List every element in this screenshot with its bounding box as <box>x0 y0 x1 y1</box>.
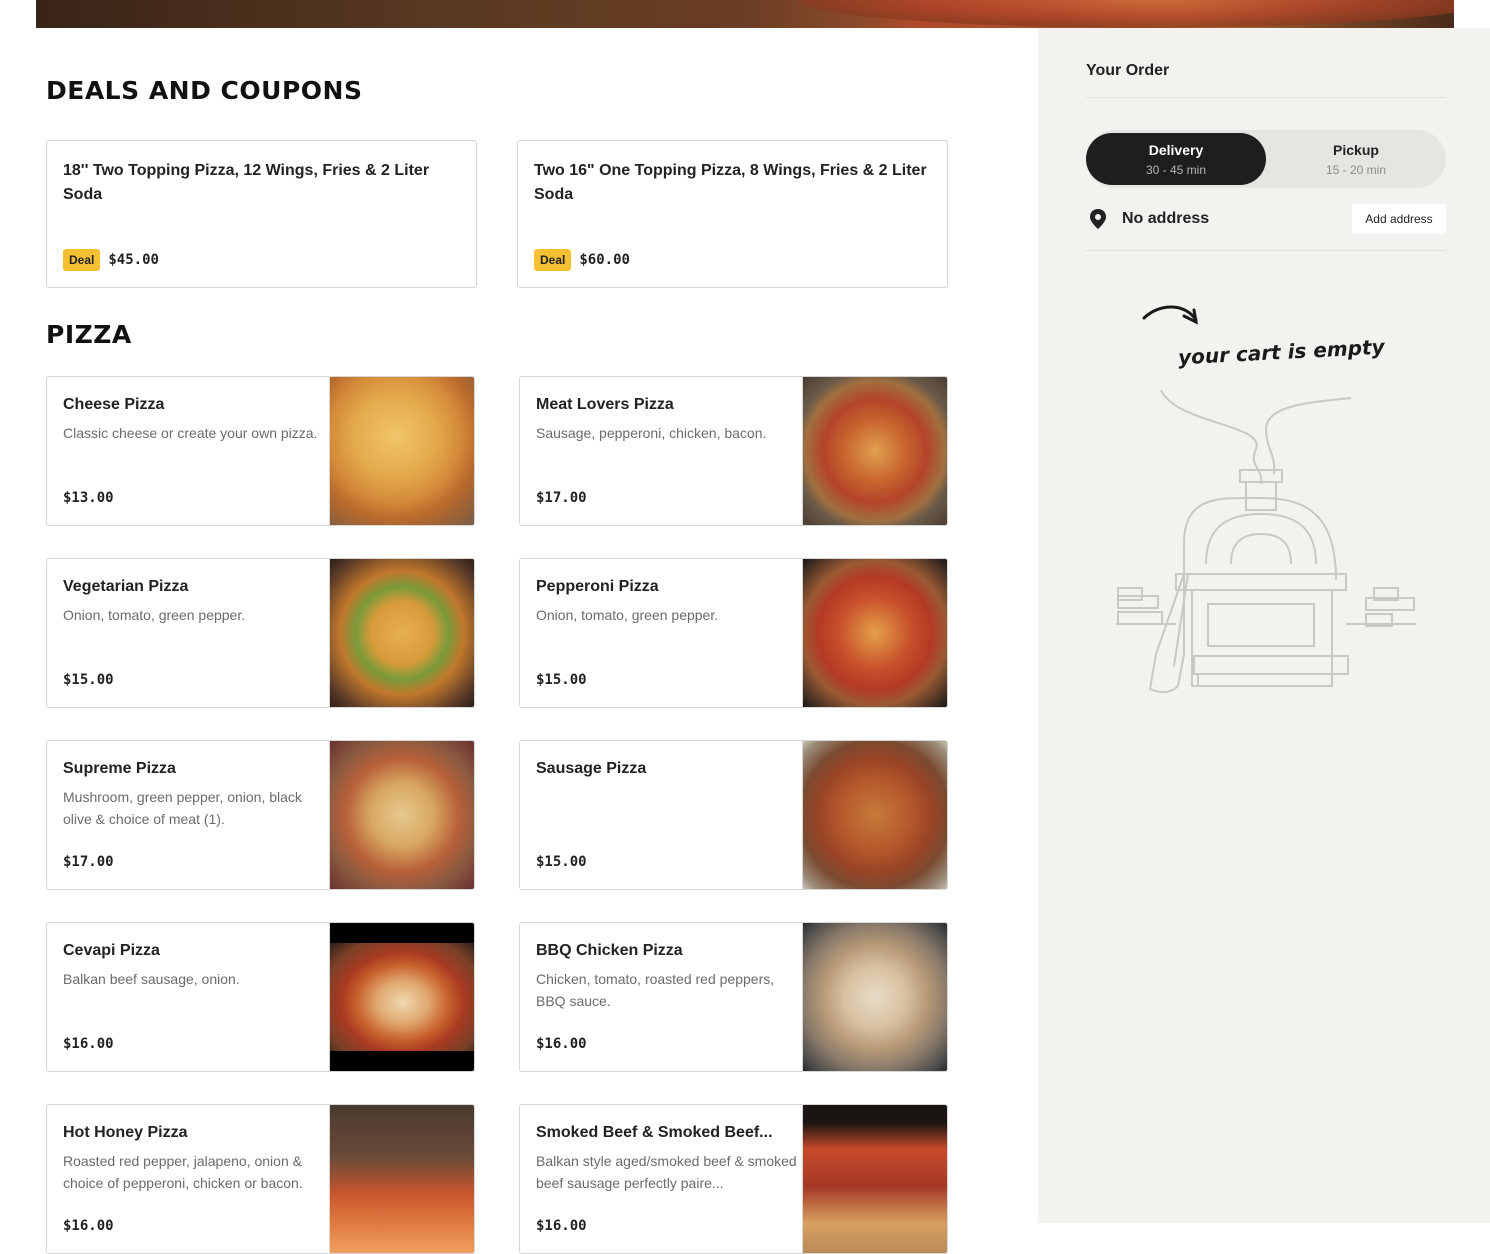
item-image <box>802 1105 947 1253</box>
item-image <box>802 559 947 707</box>
item-image <box>329 923 474 1071</box>
item-price: $17.00 <box>63 854 114 870</box>
menu-item-card[interactable]: Meat Lovers Pizza Sausage, pepperoni, ch… <box>519 376 948 526</box>
pickup-option[interactable]: Pickup 15 - 20 min <box>1266 133 1446 185</box>
divider <box>1086 97 1446 98</box>
address-text: No address <box>1122 210 1210 227</box>
menu-item-card[interactable]: Cheese Pizza Classic cheese or create yo… <box>46 376 475 526</box>
delivery-option[interactable]: Delivery 30 - 45 min <box>1086 133 1266 185</box>
section-title-pizza: PIZZA <box>46 320 132 349</box>
deal-price: $60.00 <box>579 252 630 268</box>
item-price: $16.00 <box>536 1218 587 1234</box>
item-image <box>329 1105 474 1253</box>
order-sidebar: Your Order Delivery 30 - 45 min Pickup 1… <box>1038 28 1490 1223</box>
curved-arrow-icon <box>1142 305 1198 325</box>
deal-badge: Deal <box>534 249 572 271</box>
item-name: Pepperoni Pizza <box>536 578 659 595</box>
item-price: $16.00 <box>536 1036 587 1052</box>
pickup-label: Pickup <box>1333 142 1379 158</box>
item-name: Vegetarian Pizza <box>63 578 189 595</box>
order-title: Your Order <box>1086 62 1170 79</box>
deal-card[interactable]: Two 16" One Topping Pizza, 8 Wings, Frie… <box>517 140 948 288</box>
deal-name: Two 16" One Topping Pizza, 8 Wings, Frie… <box>534 162 927 203</box>
add-address-button[interactable]: Add address <box>1352 204 1446 234</box>
item-name: Hot Honey Pizza <box>63 1124 188 1141</box>
menu-item-card[interactable]: Sausage Pizza $15.00 <box>519 740 948 890</box>
item-name: Smoked Beef & Smoked Beef... <box>536 1124 773 1141</box>
item-description: Balkan beef sausage, onion. <box>63 971 240 987</box>
menu-item-card[interactable]: Pepperoni Pizza Onion, tomato, green pep… <box>519 558 948 708</box>
divider <box>1086 250 1446 251</box>
item-name: Cheese Pizza <box>63 396 165 413</box>
item-description: Chicken, tomato, roasted red peppers, BB… <box>536 971 775 1009</box>
item-price: $15.00 <box>536 854 587 870</box>
address-row: No address Add address <box>1086 204 1446 234</box>
item-description: Mushroom, green pepper, onion, black oli… <box>63 789 302 827</box>
menu-item-card[interactable]: Supreme Pizza Mushroom, green pepper, on… <box>46 740 475 890</box>
item-image <box>802 377 947 525</box>
item-price: $15.00 <box>63 672 114 688</box>
location-pin-icon <box>1088 208 1108 235</box>
delivery-label: Delivery <box>1148 142 1204 158</box>
deal-badge: Deal <box>63 249 101 271</box>
item-image <box>802 923 947 1071</box>
item-description: Onion, tomato, green pepper. <box>63 607 246 623</box>
item-description: Classic cheese or create your own pizza. <box>63 425 318 441</box>
item-price: $16.00 <box>63 1218 114 1234</box>
item-price: $15.00 <box>536 672 587 688</box>
item-price: $16.00 <box>63 1036 114 1052</box>
section-title-deals: DEALS AND COUPONS <box>46 76 363 105</box>
item-image <box>802 741 947 889</box>
fulfillment-toggle: Delivery 30 - 45 min Pickup 15 - 20 min <box>1086 130 1446 188</box>
item-description: Onion, tomato, green pepper. <box>536 607 719 623</box>
item-name: Supreme Pizza <box>63 760 176 777</box>
item-description: Sausage, pepperoni, chicken, bacon. <box>536 425 767 441</box>
item-price: $17.00 <box>536 490 587 506</box>
deal-name: 18'' Two Topping Pizza, 12 Wings, Fries … <box>63 162 430 203</box>
item-price: $13.00 <box>63 490 114 506</box>
menu-item-card[interactable]: Hot Honey Pizza Roasted red pepper, jala… <box>46 1104 475 1254</box>
menu-item-card[interactable]: Cevapi Pizza Balkan beef sausage, onion.… <box>46 922 475 1072</box>
deal-price: $45.00 <box>108 252 159 268</box>
item-name: Sausage Pizza <box>536 760 647 777</box>
item-name: Meat Lovers Pizza <box>536 396 674 413</box>
item-image <box>329 741 474 889</box>
deal-card[interactable]: 18'' Two Topping Pizza, 12 Wings, Fries … <box>46 140 477 288</box>
delivery-time: 30 - 45 min <box>1145 163 1207 177</box>
menu-item-card[interactable]: Vegetarian Pizza Onion, tomato, green pe… <box>46 558 475 708</box>
item-description: Balkan style aged/smoked beef & smoked b… <box>536 1153 797 1191</box>
hero-banner-image <box>36 0 1454 28</box>
pickup-time: 15 - 20 min <box>1325 163 1387 177</box>
menu-item-card[interactable]: Smoked Beef & Smoked Beef... Balkan styl… <box>519 1104 948 1254</box>
item-name: Cevapi Pizza <box>63 942 160 959</box>
item-description: Roasted red pepper, jalapeno, onion & ch… <box>63 1153 303 1191</box>
menu-main: DEALS AND COUPONS 18'' Two Topping Pizza… <box>0 28 1038 1254</box>
item-image <box>329 377 474 525</box>
item-image <box>329 559 474 707</box>
item-name: BBQ Chicken Pizza <box>536 942 683 959</box>
menu-item-card[interactable]: BBQ Chicken Pizza Chicken, tomato, roast… <box>519 922 948 1072</box>
